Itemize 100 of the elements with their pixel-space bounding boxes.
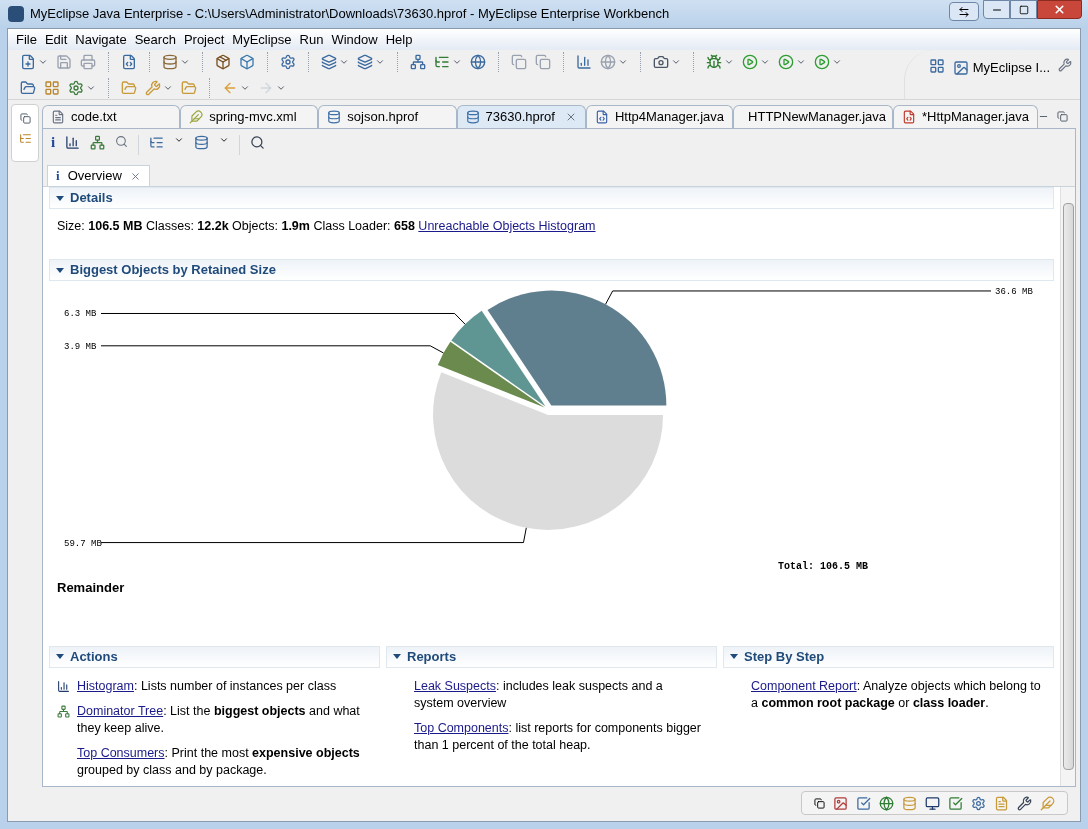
close-icon bbox=[1053, 3, 1066, 16]
collapse-icon[interactable] bbox=[56, 267, 64, 273]
grid-icon[interactable] bbox=[44, 79, 60, 96]
action-link[interactable]: Top Components bbox=[414, 720, 509, 735]
open-project-icon[interactable] bbox=[20, 79, 36, 96]
histogram-icon bbox=[57, 679, 70, 693]
tab-label: Http4Manager.java bbox=[614, 108, 725, 127]
document-icon bbox=[51, 110, 65, 124]
app-logo-icon bbox=[8, 6, 24, 22]
tree-view-icon[interactable] bbox=[18, 132, 32, 145]
section-header[interactable]: Biggest Objects by Retained Size bbox=[49, 259, 1054, 281]
menu-item[interactable]: Search bbox=[130, 29, 180, 50]
folder-icon[interactable] bbox=[121, 79, 137, 96]
new-file-icon[interactable] bbox=[20, 53, 36, 70]
document-icon[interactable] bbox=[994, 795, 1009, 811]
action-link[interactable]: Histogram bbox=[77, 678, 134, 693]
dropdown-caret-icon[interactable] bbox=[174, 135, 185, 145]
section-header[interactable]: Step By Step bbox=[723, 645, 1054, 668]
cube-icon[interactable] bbox=[239, 53, 255, 70]
editor-tab[interactable]: HTTPNewManager.java bbox=[733, 105, 894, 128]
dropdown-caret-icon[interactable] bbox=[219, 135, 230, 145]
menu-item[interactable]: Edit bbox=[40, 29, 72, 50]
feather-icon bbox=[189, 110, 204, 124]
globe-icon[interactable] bbox=[470, 53, 486, 70]
restore-icon[interactable] bbox=[814, 797, 825, 809]
collapse-icon[interactable] bbox=[56, 654, 64, 659]
dominator-tree-icon[interactable] bbox=[90, 135, 106, 150]
section-header[interactable]: Actions bbox=[49, 645, 380, 668]
minimize-button[interactable] bbox=[983, 0, 1010, 19]
menu-item[interactable]: Window bbox=[327, 29, 382, 50]
tab-label: spring-mvc.xml bbox=[209, 108, 297, 127]
copy-icon[interactable] bbox=[511, 53, 527, 70]
editor-tab[interactable]: 73630.hprof bbox=[456, 105, 586, 128]
gear-icon[interactable] bbox=[971, 795, 986, 811]
menu-item[interactable]: Navigate bbox=[71, 29, 131, 50]
menu-item[interactable]: Help bbox=[381, 29, 417, 50]
gear-icon[interactable] bbox=[68, 79, 84, 96]
unreachable-objects-link[interactable]: Unreachable Objects Histogram bbox=[418, 219, 596, 233]
run-icon[interactable] bbox=[742, 53, 758, 70]
section-header[interactable]: Details bbox=[49, 187, 1054, 209]
wrench-icon[interactable] bbox=[1017, 795, 1032, 811]
action-link[interactable]: Leak Suspects bbox=[414, 678, 496, 693]
perspective-button[interactable]: MyEclipse I... bbox=[952, 58, 1050, 78]
action-description: Histogram: Lists number of instances per class bbox=[77, 677, 337, 695]
slice-label: 3.9 MB bbox=[64, 341, 97, 352]
histogram-icon[interactable] bbox=[65, 135, 81, 150]
action-description: Leak Suspects: includes leak suspects and a system overview bbox=[414, 677, 664, 712]
tasks-icon[interactable] bbox=[856, 795, 871, 811]
double-arrow-icon bbox=[958, 5, 970, 18]
total-label: Total: 106.5 MB bbox=[778, 561, 868, 572]
info-icon: i bbox=[56, 166, 60, 186]
menu-item[interactable]: Run bbox=[295, 29, 328, 50]
database-icon bbox=[327, 110, 342, 124]
save-icon[interactable] bbox=[56, 53, 72, 70]
dominator-tree-icon bbox=[57, 704, 70, 718]
action-description: Top Components: list reports for components bigger than 1 percent of the total heap. bbox=[414, 719, 702, 754]
close-icon[interactable] bbox=[129, 170, 141, 182]
section-title: Actions bbox=[70, 647, 118, 666]
editor-tab[interactable]: sojson.hprof bbox=[318, 105, 457, 128]
database-icon[interactable] bbox=[902, 795, 917, 811]
section-title: Biggest Objects by Retained Size bbox=[70, 261, 276, 280]
console-icon[interactable] bbox=[925, 795, 940, 811]
folder-icon[interactable] bbox=[181, 79, 197, 96]
perspective-icon bbox=[952, 59, 969, 76]
collapse-icon[interactable] bbox=[56, 195, 64, 201]
action-description: Top Consumers: Print the most expensive objects grouped by class and by package. bbox=[77, 744, 361, 779]
network-icon[interactable] bbox=[410, 53, 426, 70]
tab-label: *HttpManager.java bbox=[922, 108, 1029, 127]
editor-tab[interactable]: spring-mvc.xml bbox=[180, 105, 319, 128]
action-link[interactable]: Component Report bbox=[751, 678, 857, 693]
view-tab[interactable]: i Overview bbox=[47, 165, 150, 186]
close-button[interactable] bbox=[1037, 0, 1082, 19]
info-icon[interactable]: i bbox=[51, 135, 56, 150]
maximize-icon[interactable] bbox=[1057, 111, 1068, 122]
editor-tab[interactable]: *HttpManager.java bbox=[893, 105, 1038, 128]
collapse-icon[interactable] bbox=[393, 654, 401, 659]
checklist-icon[interactable] bbox=[948, 795, 963, 811]
bug-icon[interactable] bbox=[706, 53, 722, 70]
globe-icon[interactable] bbox=[879, 795, 894, 811]
details-text: Size: 106.5 MB Classes: 12.2k Objects: 1.9m Class Loader: 658 Unreachable Objects Histogram bbox=[56, 218, 597, 235]
print-icon[interactable] bbox=[80, 53, 96, 70]
feather-icon[interactable] bbox=[1040, 795, 1055, 811]
camera-icon[interactable] bbox=[653, 53, 669, 70]
search-icon[interactable] bbox=[250, 135, 266, 150]
web-icon[interactable] bbox=[600, 53, 616, 70]
section-header[interactable]: Reports bbox=[386, 645, 717, 668]
editor-tab[interactable]: Http4Manager.java bbox=[585, 105, 734, 128]
chart-icon[interactable] bbox=[576, 53, 592, 70]
maximize-button[interactable] bbox=[1010, 0, 1037, 19]
menu-item[interactable]: File bbox=[12, 29, 41, 50]
image-icon[interactable] bbox=[833, 795, 848, 811]
database-icon[interactable] bbox=[162, 53, 178, 70]
vertical-scrollbar[interactable] bbox=[1060, 187, 1075, 786]
menu-item[interactable]: MyEclipse bbox=[228, 29, 296, 50]
restore-button[interactable] bbox=[949, 2, 979, 21]
editor-tab[interactable]: code.txt bbox=[42, 105, 181, 128]
box-icon[interactable] bbox=[215, 53, 231, 70]
menu-item[interactable]: Project bbox=[179, 29, 229, 50]
action-link[interactable]: Top Consumers bbox=[77, 745, 165, 760]
collapse-icon[interactable] bbox=[730, 654, 738, 659]
